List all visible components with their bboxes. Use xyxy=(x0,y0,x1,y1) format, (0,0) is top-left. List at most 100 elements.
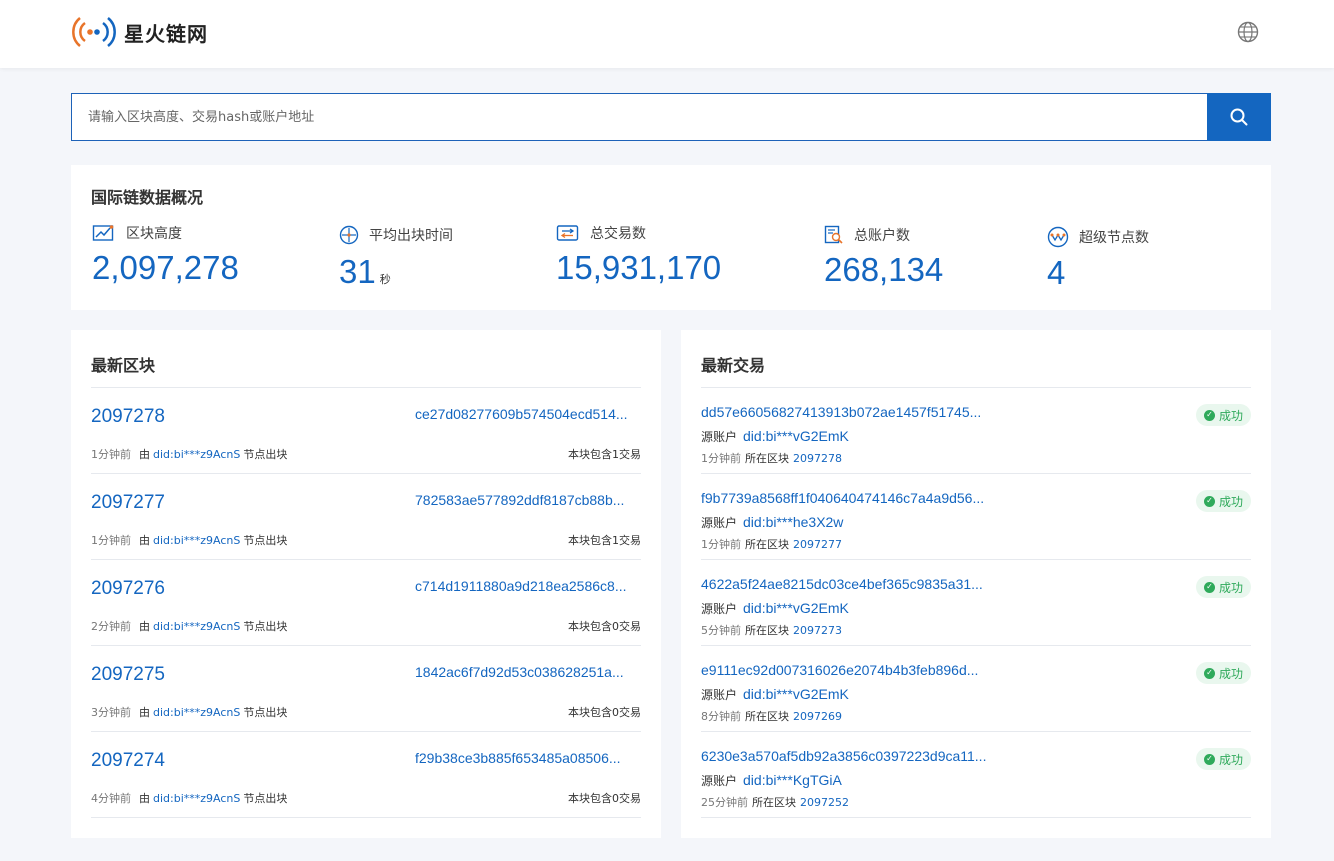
chain-overview-card: 国际链数据概况 区块高度 2,097,278 平均出块时间 31 秒 总交易数 … xyxy=(71,165,1271,310)
block-meta: 3分钟前由 did:bi***z9AcnS 节点出块 xyxy=(91,704,287,720)
block-height-link[interactable]: 2097278 xyxy=(91,406,165,428)
signal-logo-icon xyxy=(72,17,116,47)
tx-time: 8分钟前 xyxy=(701,710,741,723)
tx-from-account-link[interactable]: did:bi***KgTGiA xyxy=(743,772,842,788)
stat-label: 区块高度 xyxy=(126,226,182,242)
block-node-link[interactable]: did:bi***z9AcnS xyxy=(153,706,240,719)
tx-block-link[interactable]: 2097269 xyxy=(793,710,842,723)
tx-block-link[interactable]: 2097252 xyxy=(800,796,849,809)
stat-avg-block-time: 平均出块时间 31 秒 xyxy=(339,225,453,291)
tx-from: 源账户 did:bi***he3X2w xyxy=(701,514,843,531)
transaction-row: 4622a5f24ae8215dc03ce4bef365c9835a31... … xyxy=(701,560,1251,646)
stat-block-height: 区块高度 2,097,278 xyxy=(92,223,239,287)
block-time: 1分钟前 xyxy=(91,448,131,461)
block-height-link[interactable]: 2097275 xyxy=(91,664,165,686)
tx-hash-link[interactable]: 6230e3a570af5db92a3856c0397223d9ca11... xyxy=(701,748,1006,764)
account-icon xyxy=(824,225,843,244)
stat-total-accounts: 总账户数 268,134 xyxy=(824,225,943,289)
transaction-row: e9111ec92d007316026e2074b4b3feb896d... 源… xyxy=(701,646,1251,732)
stat-super-nodes: 超级节点数 4 xyxy=(1047,226,1149,292)
stat-value: 4 xyxy=(1047,254,1066,291)
block-tx-count: 本块包含1交易 xyxy=(568,448,641,461)
overview-title: 国际链数据概况 xyxy=(91,188,204,207)
block-node-link[interactable]: did:bi***z9AcnS xyxy=(153,792,240,805)
latest-blocks-title: 最新区块 xyxy=(91,356,156,375)
block-hash-link[interactable]: 1842ac6f7d92d53c038628251a... xyxy=(415,664,641,680)
latest-transactions-panel: 最新交易 dd57e66056827413913b072ae1457f51745… xyxy=(681,330,1271,838)
block-list: 2097278 ce27d08277609b574504ecd514... 1分… xyxy=(91,387,641,818)
tx-from-label: 源账户 xyxy=(701,602,738,616)
status-badge: ✓ 成功 xyxy=(1195,748,1251,770)
tx-meta: 1分钟前 所在区块 2097278 xyxy=(701,450,842,466)
globe-icon[interactable] xyxy=(1236,20,1260,44)
status-text: 成功 xyxy=(1218,752,1243,767)
block-hash-link[interactable]: c714d1911880a9d218ea2586c8... xyxy=(415,578,641,594)
block-tx-count: 本块包含0交易 xyxy=(568,792,641,805)
status-badge: ✓ 成功 xyxy=(1195,490,1251,512)
block-row: 2097276 c714d1911880a9d218ea2586c8... 2分… xyxy=(91,560,641,646)
block-hash-link[interactable]: ce27d08277609b574504ecd514... xyxy=(415,406,641,422)
tx-from-account-link[interactable]: did:bi***he3X2w xyxy=(743,514,843,530)
block-meta: 1分钟前由 did:bi***z9AcnS 节点出块 xyxy=(91,532,287,548)
block-by-label: 由 xyxy=(139,448,150,461)
stat-value: 31 xyxy=(339,253,376,290)
transaction-row: dd57e66056827413913b072ae1457f51745... 源… xyxy=(701,388,1251,474)
tx-from-label: 源账户 xyxy=(701,688,738,702)
tx-from-account-link[interactable]: did:bi***vG2EmK xyxy=(743,428,849,444)
latest-blocks-panel: 最新区块 2097278 ce27d08277609b574504ecd514.… xyxy=(71,330,661,838)
check-icon: ✓ xyxy=(1203,409,1215,421)
logo[interactable]: 星火链网 xyxy=(70,14,208,50)
stat-label: 总账户数 xyxy=(854,228,910,244)
block-meta: 4分钟前由 did:bi***z9AcnS 节点出块 xyxy=(91,790,287,806)
node-icon xyxy=(1047,226,1069,248)
block-node-link[interactable]: did:bi***z9AcnS xyxy=(153,534,240,547)
tx-hash-link[interactable]: e9111ec92d007316026e2074b4b3feb896d... xyxy=(701,662,1006,678)
tx-from-account-link[interactable]: did:bi***vG2EmK xyxy=(743,600,849,616)
tx-block-link[interactable]: 2097278 xyxy=(793,452,842,465)
block-suffix: 节点出块 xyxy=(243,448,288,461)
block-time: 3分钟前 xyxy=(91,706,131,719)
tx-in-block-label: 所在区块 xyxy=(745,452,789,465)
tx-block-link[interactable]: 2097273 xyxy=(793,624,842,637)
tx-in-block-label: 所在区块 xyxy=(745,710,789,723)
tx-time: 1分钟前 xyxy=(701,538,741,551)
block-suffix: 节点出块 xyxy=(243,706,288,719)
stat-label: 平均出块时间 xyxy=(369,228,453,244)
block-suffix: 节点出块 xyxy=(243,620,288,633)
block-node-link[interactable]: did:bi***z9AcnS xyxy=(153,620,240,633)
block-height-link[interactable]: 2097274 xyxy=(91,750,165,772)
status-text: 成功 xyxy=(1218,494,1243,509)
tx-from-account-link[interactable]: did:bi***vG2EmK xyxy=(743,686,849,702)
block-by-label: 由 xyxy=(139,620,150,633)
tx-time: 5分钟前 xyxy=(701,624,741,637)
check-icon: ✓ xyxy=(1203,667,1215,679)
block-height-link[interactable]: 2097276 xyxy=(91,578,165,600)
stat-value-wrap: 31 秒 xyxy=(339,253,453,291)
stat-label: 总交易数 xyxy=(590,226,646,242)
tx-meta: 25分钟前 所在区块 2097252 xyxy=(701,794,849,810)
stat-total-transactions: 总交易数 15,931,170 xyxy=(556,223,721,287)
block-node-link[interactable]: did:bi***z9AcnS xyxy=(153,448,240,461)
block-hash-link[interactable]: f29b38ce3b885f653485a08506... xyxy=(415,750,641,766)
transaction-row: f9b7739a8568ff1f040640474146c7a4a9d56...… xyxy=(701,474,1251,560)
block-by-label: 由 xyxy=(139,706,150,719)
search-input[interactable] xyxy=(71,93,1207,141)
block-tx-count: 本块包含0交易 xyxy=(568,620,641,633)
status-text: 成功 xyxy=(1218,408,1243,423)
tx-hash-link[interactable]: dd57e66056827413913b072ae1457f51745... xyxy=(701,404,1006,420)
transaction-list: dd57e66056827413913b072ae1457f51745... 源… xyxy=(701,387,1251,818)
tx-block-link[interactable]: 2097277 xyxy=(793,538,842,551)
block-meta: 1分钟前由 did:bi***z9AcnS 节点出块 xyxy=(91,446,287,462)
block-height-link[interactable]: 2097277 xyxy=(91,492,165,514)
tx-from: 源账户 did:bi***vG2EmK xyxy=(701,600,849,617)
stat-value: 15,931,170 xyxy=(556,249,722,286)
status-badge: ✓ 成功 xyxy=(1195,576,1251,598)
tx-hash-link[interactable]: 4622a5f24ae8215dc03ce4bef365c9835a31... xyxy=(701,576,1006,592)
search-button[interactable] xyxy=(1207,93,1271,141)
stat-label: 超级节点数 xyxy=(1079,230,1149,246)
block-suffix: 节点出块 xyxy=(243,792,288,805)
tx-hash-link[interactable]: f9b7739a8568ff1f040640474146c7a4a9d56... xyxy=(701,490,1006,506)
block-hash-link[interactable]: 782583ae577892ddf8187cb88b... xyxy=(415,492,641,508)
status-text: 成功 xyxy=(1218,666,1243,681)
search-icon xyxy=(1230,108,1248,126)
